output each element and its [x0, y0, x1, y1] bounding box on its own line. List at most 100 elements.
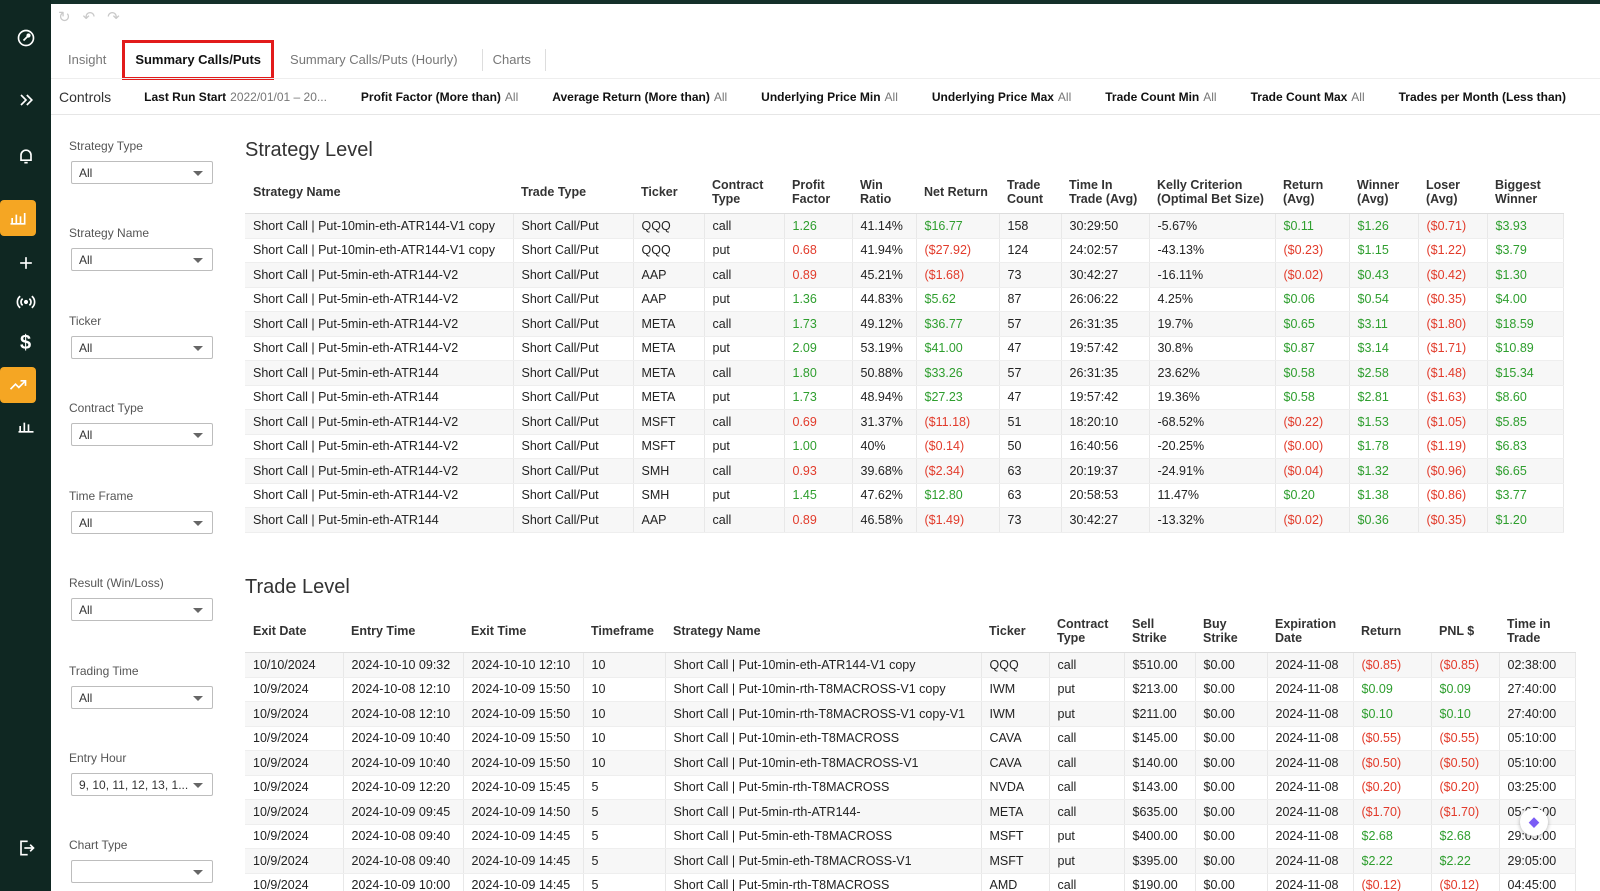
column-header[interactable]: Timeframe: [583, 610, 665, 653]
column-header[interactable]: Exit Time: [463, 610, 583, 653]
table-row[interactable]: 10/9/2024 2024-10-09 10:00 2024-10-09 14:4…: [245, 873, 1576, 891]
refresh-icon[interactable]: ↻: [58, 8, 71, 26]
contract-type-select[interactable]: All: [71, 423, 213, 446]
logout-icon[interactable]: [0, 830, 51, 866]
table-row[interactable]: Short Call | Put-5min-eth-ATR144-V2 Short…: [245, 409, 1564, 435]
table-row[interactable]: Short Call | Put-5min-eth-ATR144-V2 Short…: [245, 336, 1564, 361]
control-profit-factor[interactable]: Profit Factor (More than) All: [361, 90, 518, 104]
logo-icon[interactable]: [0, 20, 51, 56]
column-header[interactable]: Entry Time: [343, 610, 463, 653]
strategy-type-select[interactable]: All: [71, 161, 213, 184]
column-header[interactable]: Strategy Name: [245, 171, 513, 214]
control-underlying-price-max[interactable]: Underlying Price Max All: [932, 90, 1071, 104]
column-header[interactable]: Win Ratio: [852, 171, 916, 214]
control-average-return[interactable]: Average Return (More than) All: [552, 90, 727, 104]
clickup-fab-icon[interactable]: ◆: [1520, 808, 1548, 836]
tab-summary-calls-puts-hourly[interactable]: Summary Calls/Puts (Hourly): [280, 49, 468, 71]
column-header[interactable]: Net Return: [916, 171, 999, 214]
table-cell: $0.09: [1353, 677, 1432, 702]
expand-icon[interactable]: [0, 82, 51, 118]
column-header[interactable]: Trade Type: [513, 171, 633, 214]
column-header[interactable]: Profit Factor: [784, 171, 852, 214]
column-header[interactable]: Buy Strike: [1195, 610, 1267, 653]
control-last-run-start[interactable]: Last Run Start 2022/01/01 – 20...: [144, 90, 327, 104]
table-cell: 2024-10-09 14:45: [463, 848, 584, 874]
column-header[interactable]: Time In Trade (Avg): [1061, 171, 1149, 214]
column-header[interactable]: Contract Type: [1049, 610, 1124, 653]
table-row[interactable]: Short Call | Put-5min-eth-ATR144-V2 Short…: [245, 262, 1564, 288]
table-row[interactable]: 10/9/2024 2024-10-09 12:20 2024-10-09 15:4…: [245, 775, 1576, 800]
redo-icon[interactable]: ↷: [107, 8, 120, 26]
table-row[interactable]: 10/9/2024 2024-10-09 09:45 2024-10-09 14:5…: [245, 799, 1576, 825]
column-header[interactable]: PNL $: [1431, 610, 1499, 653]
result-select[interactable]: All: [71, 598, 213, 621]
table-row[interactable]: Short Call | Put-10min-eth-ATR144-V1 cop…: [245, 238, 1564, 263]
table-cell: 31.37%: [852, 409, 917, 435]
column-header[interactable]: Exit Date: [245, 610, 343, 653]
table-cell: 51: [999, 409, 1062, 435]
broadcast-icon[interactable]: [0, 284, 51, 320]
column-header[interactable]: Trade Count: [999, 171, 1061, 214]
ticker-select[interactable]: All: [71, 336, 213, 359]
column-header[interactable]: Ticker: [981, 610, 1049, 653]
table-row[interactable]: 10/9/2024 2024-10-09 10:40 2024-10-09 15:5…: [245, 726, 1576, 751]
table-cell: 41.14%: [852, 213, 917, 239]
table-row[interactable]: 10/10/2024 2024-10-10 09:32 2024-10-10 12:…: [245, 652, 1576, 678]
column-header[interactable]: Return (Avg): [1275, 171, 1349, 214]
table-row[interactable]: Short Call | Put-5min-eth-ATR144 Short Ca…: [245, 507, 1564, 533]
table-cell: 5: [583, 848, 666, 874]
table-cell: 5: [583, 775, 666, 800]
control-underlying-price-min[interactable]: Underlying Price Min All: [761, 90, 898, 104]
chart-type-select[interactable]: [71, 860, 213, 883]
table-cell: $3.14: [1349, 336, 1419, 361]
bar-chart-2-icon[interactable]: [0, 408, 51, 444]
column-header[interactable]: Expiration Date: [1267, 610, 1353, 653]
table-cell: -24.91%: [1149, 458, 1276, 484]
column-header[interactable]: Sell Strike: [1124, 610, 1195, 653]
table-cell: $6.65: [1487, 458, 1564, 484]
table-row[interactable]: Short Call | Put-5min-eth-ATR144-V2 Short…: [245, 458, 1564, 484]
table-cell: 1.73: [784, 385, 853, 410]
plus-icon[interactable]: [0, 245, 51, 281]
table-row[interactable]: 10/9/2024 2024-10-08 09:40 2024-10-09 14:4…: [245, 824, 1576, 849]
strategy-name-select[interactable]: All: [71, 248, 213, 271]
control-trade-count-max[interactable]: Trade Count Max All: [1251, 90, 1365, 104]
table-row[interactable]: Short Call | Put-5min-eth-ATR144-V2 Short…: [245, 287, 1564, 312]
table-row[interactable]: 10/9/2024 2024-10-08 12:10 2024-10-09 15:5…: [245, 677, 1576, 702]
column-header[interactable]: Winner (Avg): [1349, 171, 1418, 214]
table-cell: ($0.85): [1431, 652, 1500, 678]
control-trade-count-min[interactable]: Trade Count Min All: [1105, 90, 1216, 104]
undo-icon[interactable]: ↶: [83, 8, 96, 26]
column-header[interactable]: Loser (Avg): [1418, 171, 1487, 214]
table-row[interactable]: Short Call | Put-5min-eth-ATR144-V2 Short…: [245, 311, 1564, 337]
bar-chart-icon[interactable]: [0, 200, 36, 236]
tab-charts[interactable]: Charts: [481, 49, 546, 71]
table-cell: 73: [999, 262, 1062, 288]
column-header[interactable]: Return: [1353, 610, 1431, 653]
column-header[interactable]: Contract Type: [704, 171, 784, 214]
table-cell: 5: [583, 799, 666, 825]
entry-hour-select[interactable]: 9, 10, 11, 12, 13, 1...: [71, 773, 213, 796]
table-row[interactable]: Short Call | Put-5min-eth-ATR144-V2 Short…: [245, 434, 1564, 459]
column-header[interactable]: Ticker: [633, 171, 704, 214]
table-row[interactable]: 10/9/2024 2024-10-08 12:10 2024-10-09 15:5…: [245, 701, 1576, 727]
dollar-icon[interactable]: $: [0, 325, 51, 361]
table-row[interactable]: 10/9/2024 2024-10-09 10:40 2024-10-09 15:5…: [245, 750, 1576, 776]
table-row[interactable]: Short Call | Put-5min-eth-ATR144 Short Ca…: [245, 360, 1564, 386]
column-header[interactable]: Time in Trade: [1499, 610, 1575, 653]
column-header[interactable]: Strategy Name: [665, 610, 981, 653]
table-row[interactable]: 10/9/2024 2024-10-08 09:40 2024-10-09 14:4…: [245, 848, 1576, 874]
bell-icon[interactable]: [0, 138, 51, 174]
time-frame-select[interactable]: All: [71, 511, 213, 534]
table-row[interactable]: Short Call | Put-10min-eth-ATR144-V1 cop…: [245, 213, 1564, 239]
tab-summary-calls-puts[interactable]: Summary Calls/Puts: [122, 40, 275, 80]
column-header[interactable]: Biggest Winner: [1487, 171, 1563, 214]
tab-insight[interactable]: Insight: [58, 49, 116, 71]
table-row[interactable]: Short Call | Put-5min-eth-ATR144 Short Ca…: [245, 385, 1564, 410]
table-row[interactable]: Short Call | Put-5min-eth-ATR144-V2 Short…: [245, 483, 1564, 508]
trading-time-select[interactable]: All: [71, 686, 213, 709]
table-cell: 2024-11-08: [1267, 824, 1354, 849]
control-trades-per-month[interactable]: Trades per Month (Less than): [1399, 90, 1566, 104]
trending-icon[interactable]: [0, 367, 36, 403]
column-header[interactable]: Kelly Criterion (Optimal Bet Size): [1149, 171, 1275, 214]
